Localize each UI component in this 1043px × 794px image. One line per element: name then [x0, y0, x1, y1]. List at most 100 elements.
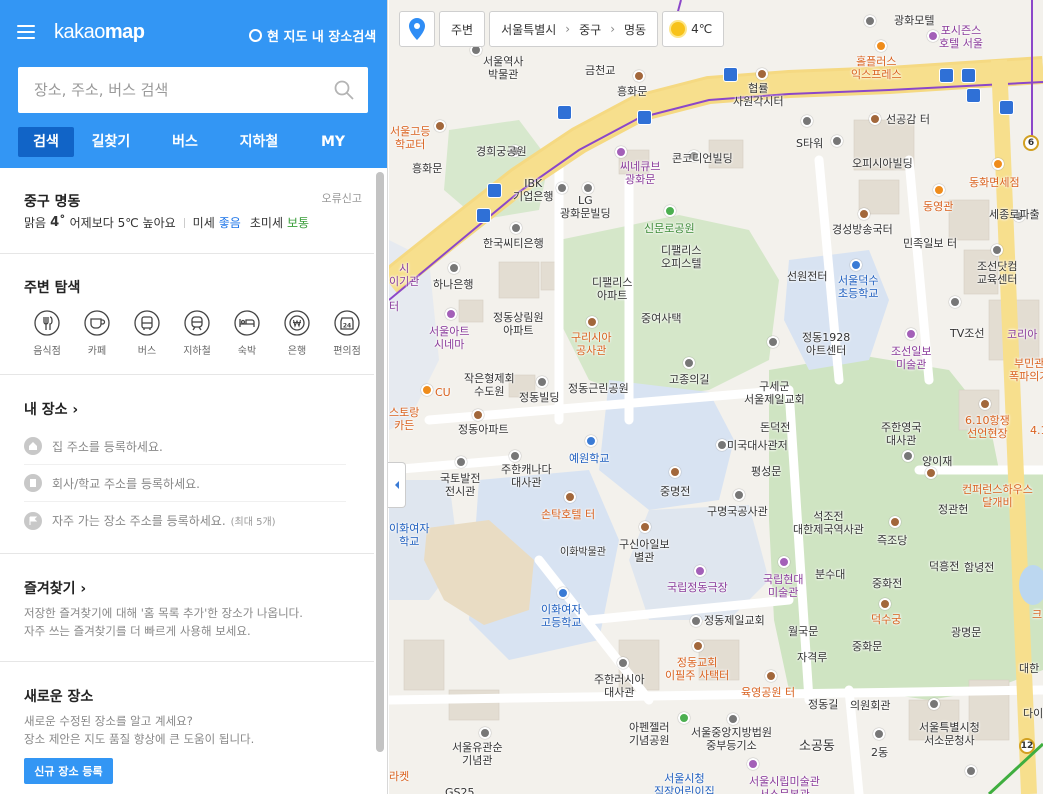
map-label[interactable]: 정동빌딩: [519, 391, 559, 404]
explore-subway[interactable]: 지하철: [172, 310, 222, 357]
poi-marker[interactable]: [472, 409, 484, 421]
frequent-address-row[interactable]: 자주 가는 장소 주소를 등록하세요. (최대 5개): [24, 502, 346, 539]
map-label[interactable]: 흥화문: [412, 162, 442, 175]
map-label[interactable]: 의원회관: [850, 699, 890, 712]
poi-marker[interactable]: [933, 184, 945, 196]
poi-marker[interactable]: [992, 158, 1004, 170]
poi-marker[interactable]: [875, 40, 887, 52]
poi-marker[interactable]: [683, 357, 695, 369]
current-location-button[interactable]: [399, 11, 435, 47]
map-label[interactable]: 주한캐나다 대사관: [501, 463, 552, 489]
map-label[interactable]: 4.1: [1030, 424, 1043, 437]
poi-marker[interactable]: [858, 208, 870, 220]
map-label[interactable]: 주한러시아 대사관: [594, 673, 645, 699]
poi-marker[interactable]: [733, 489, 745, 501]
poi-marker[interactable]: [879, 598, 891, 610]
poi-marker[interactable]: [925, 467, 937, 479]
poi-marker[interactable]: [582, 182, 594, 194]
map-label[interactable]: 광명문: [951, 626, 981, 639]
map-label[interactable]: 디팰리스 아파트: [592, 276, 632, 302]
poi-marker[interactable]: [678, 712, 690, 724]
poi-marker[interactable]: [509, 450, 521, 462]
poi-marker[interactable]: [905, 328, 917, 340]
map-label[interactable]: 조선닷컴 교육센터: [977, 260, 1017, 286]
tab-search[interactable]: 검색: [18, 127, 74, 157]
poi-marker[interactable]: [536, 376, 548, 388]
map-label[interactable]: 광화모텔: [894, 14, 934, 27]
map-label[interactable]: 홀플러스 익스프레스: [851, 55, 902, 81]
map-label[interactable]: 서울유관순 기념관: [452, 741, 503, 767]
map-label[interactable]: 구명국공사관: [707, 505, 768, 518]
poi-marker[interactable]: [556, 182, 568, 194]
explore-bank[interactable]: 은행: [272, 310, 322, 357]
map-label[interactable]: 선공감 터: [886, 113, 930, 126]
poi-marker[interactable]: [564, 491, 576, 503]
map-weather-chip[interactable]: 4℃: [662, 11, 725, 47]
poi-marker[interactable]: [692, 640, 704, 652]
poi-marker[interactable]: [445, 308, 457, 320]
map-label[interactable]: 서울중앙지방법원 중부등기소: [691, 726, 772, 752]
poi-marker[interactable]: [617, 657, 629, 669]
map-label[interactable]: 정동상림원 아파트: [493, 311, 544, 337]
scrollbar-thumb[interactable]: [376, 172, 384, 752]
poi-marker[interactable]: [434, 120, 446, 132]
map-label[interactable]: 중여사택: [641, 312, 681, 325]
map-label[interactable]: 중화전: [872, 577, 902, 590]
map-label[interactable]: 컨퍼런스하우스 달개비: [962, 483, 1033, 509]
poi-marker[interactable]: [669, 466, 681, 478]
explore-restaurant[interactable]: 음식점: [22, 310, 72, 357]
poi-marker[interactable]: [586, 316, 598, 328]
map-label[interactable]: 포시즌스 호텔 서울: [939, 24, 983, 50]
poi-marker[interactable]: [965, 765, 977, 777]
bus-stop-icon[interactable]: [487, 183, 502, 198]
map-label[interactable]: 시 이기관: [389, 262, 419, 288]
crumb-dong[interactable]: 명동: [624, 21, 646, 38]
tab-directions[interactable]: 길찾기: [74, 127, 148, 157]
map-label[interactable]: 콘코디언빌딩: [672, 152, 733, 165]
map-label[interactable]: 선원전터: [787, 270, 827, 283]
map-label[interactable]: 손탁호텔 터: [541, 508, 595, 521]
map-label[interactable]: 서울역사 박물관: [483, 55, 523, 81]
kakaomap-logo[interactable]: kakaomap: [54, 21, 145, 44]
poi-marker[interactable]: [690, 615, 702, 627]
map-label[interactable]: 덕흥전: [929, 560, 959, 573]
map-label[interactable]: 정관헌: [938, 503, 968, 516]
error-report-link[interactable]: 오류신고: [322, 190, 362, 206]
map-label[interactable]: 정동근린공원: [568, 382, 629, 395]
map-label[interactable]: 서울덕수 초등학교: [838, 274, 878, 300]
map-label[interactable]: 국토발전 전시관: [440, 472, 480, 498]
bus-stop-icon[interactable]: [966, 88, 981, 103]
map-label[interactable]: 협률 사원각시터: [733, 82, 784, 108]
map-label[interactable]: 석조전 대한제국역사관: [793, 510, 864, 536]
poi-marker[interactable]: [639, 521, 651, 533]
menu-icon[interactable]: [17, 25, 35, 40]
poi-marker[interactable]: [615, 146, 627, 158]
map-label[interactable]: 서울시청 직장어린이집: [654, 772, 715, 794]
poi-marker[interactable]: [889, 516, 901, 528]
map-label[interactable]: 육영공원 터: [741, 686, 795, 699]
map-label[interactable]: 아펜젤러 기념공원: [629, 721, 669, 747]
poi-marker[interactable]: [979, 398, 991, 410]
poi-marker[interactable]: [864, 15, 876, 27]
map-label[interactable]: 신문로공원: [644, 222, 695, 235]
poi-marker[interactable]: [765, 670, 777, 682]
map-label[interactable]: 세종로파출: [989, 208, 1040, 221]
poi-marker[interactable]: [850, 259, 862, 271]
map-label[interactable]: 이화박물관: [560, 546, 606, 559]
map-label[interactable]: 주한영국 대사관: [881, 421, 921, 447]
map-label[interactable]: IBK 기업은행: [513, 177, 553, 203]
map-label[interactable]: 돈덕전: [760, 421, 790, 434]
poi-marker[interactable]: [767, 336, 779, 348]
map-label[interactable]: CU: [435, 386, 451, 399]
explore-bus[interactable]: 버스: [122, 310, 172, 357]
map-label[interactable]: 작은형제회 수도원: [464, 372, 515, 398]
map-canvas[interactable]: 주변 서울특별시 › 중구 › 명동 4℃ 6 12 서울역사 박물관 금천교 …: [389, 0, 1043, 794]
map-label[interactable]: 구신아일보 별관: [619, 538, 670, 564]
poi-marker[interactable]: [949, 296, 961, 308]
map-label[interactable]: 분수대: [815, 568, 845, 581]
map-label[interactable]: 대한: [1019, 662, 1039, 675]
map-label[interactable]: 국립정동극장: [667, 581, 728, 594]
map-label[interactable]: 구세군 서울제일교회: [744, 380, 805, 406]
bus-stop-icon[interactable]: [723, 67, 738, 82]
map-label[interactable]: 소공동: [799, 740, 835, 753]
